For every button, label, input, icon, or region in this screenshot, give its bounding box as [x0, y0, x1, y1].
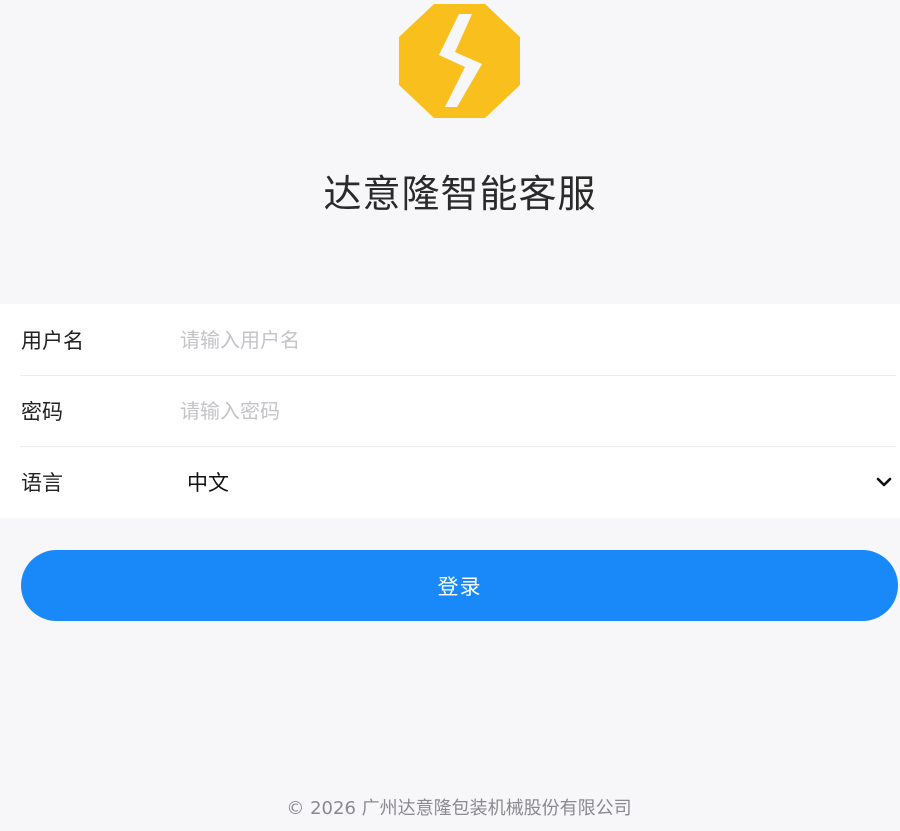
language-selected-value: 中文 — [187, 470, 229, 495]
language-row: 语言 中文 — [0, 446, 900, 517]
login-page: 达意隆智能客服 用户名 密码 语言 中文 登录 © 2026 广州达意隆包装机械… — [0, 0, 900, 831]
password-label: 密码 — [21, 399, 63, 424]
username-row: 用户名 — [0, 304, 900, 375]
password-input[interactable] — [160, 390, 880, 431]
footer-copyright: © 2026 广州达意隆包装机械股份有限公司 — [286, 798, 632, 819]
lightning-octagon-icon — [399, 4, 520, 118]
username-label: 用户名 — [21, 328, 84, 353]
chevron-down-icon — [876, 477, 892, 486]
password-row: 密码 — [0, 375, 900, 446]
language-label: 语言 — [21, 470, 63, 495]
language-select[interactable]: 中文 — [160, 462, 900, 502]
login-form: 用户名 密码 语言 中文 — [0, 304, 900, 518]
login-button[interactable]: 登录 — [21, 550, 898, 621]
app-title: 达意隆智能客服 — [323, 172, 597, 216]
username-input[interactable] — [160, 319, 880, 360]
